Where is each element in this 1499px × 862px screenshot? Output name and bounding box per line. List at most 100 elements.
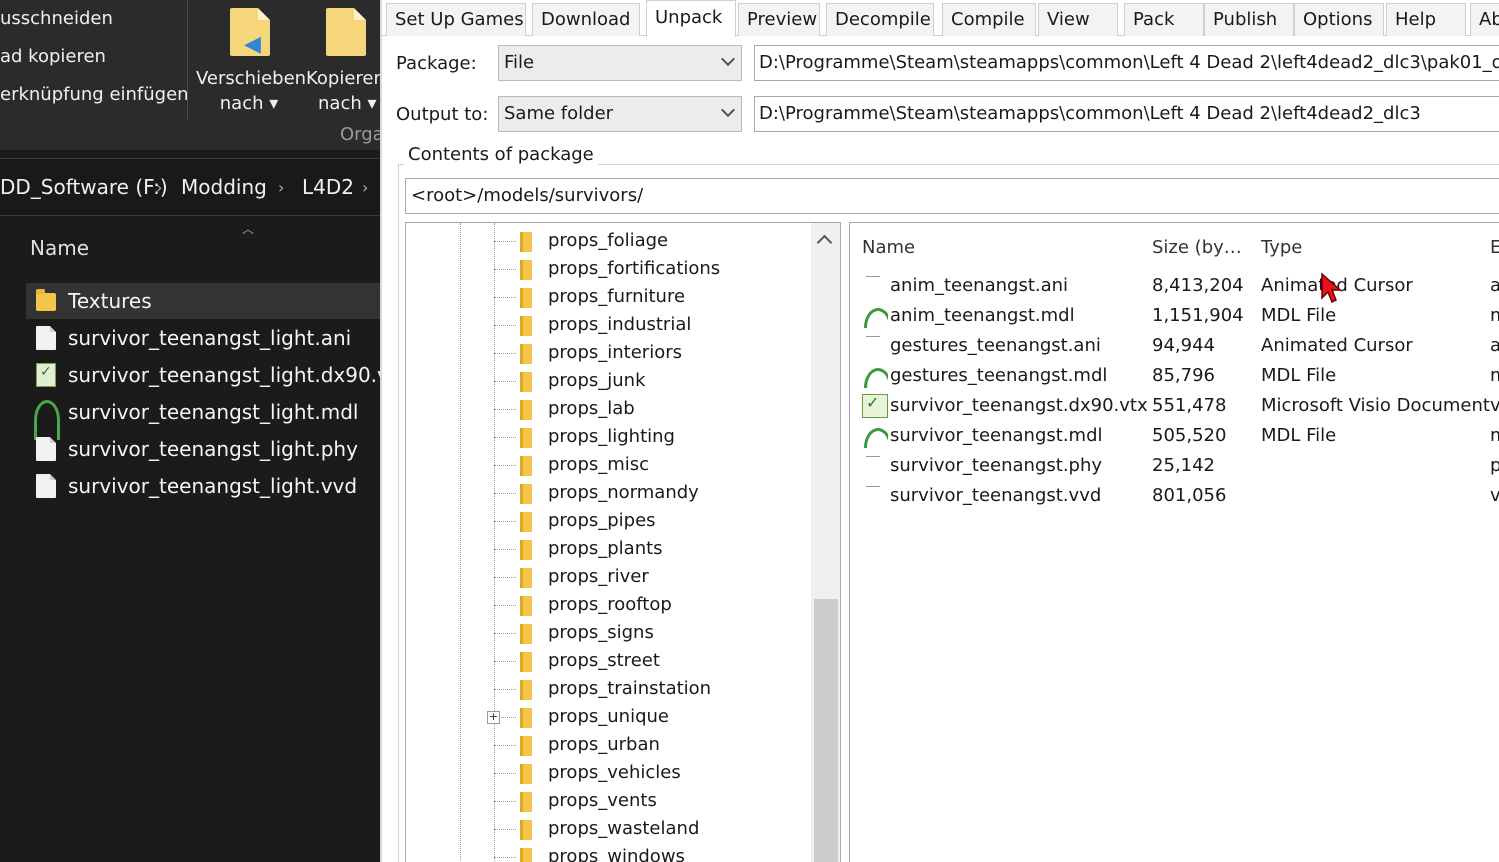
output-target-select[interactable]: Same folder [498,96,742,132]
chevron-down-icon [720,51,736,67]
table-row[interactable]: gestures_teenangst.mdl 85,796 MDL File m [850,361,1499,391]
package-path-breadcrumb[interactable]: <root>/models/survivors/ [405,178,1499,214]
explorer-item-label: survivor_teenangst_light.vvd [68,474,358,498]
file-extension: a [1490,335,1499,356]
package-tree[interactable]: props_foliage props_fortifications props_f… [405,222,841,862]
tab-compile[interactable]: Compile [942,3,1036,36]
address-bar[interactable]: DD_Software (F:) › Modding › L4D2 › [0,158,380,216]
tree-connector [494,801,516,802]
tree-connector [494,605,516,606]
tree-item[interactable]: props_plants [494,535,814,563]
package-type-select[interactable]: File [498,45,742,81]
explorer-item-label: survivor_teenangst_light.ani [68,326,352,350]
tree-item[interactable]: props_signs [494,619,814,647]
tree-item[interactable]: props_lighting [494,423,814,451]
explorer-item[interactable]: survivor_teenangst_light.ani [26,320,380,356]
tree-item[interactable]: + props_unique [487,703,814,731]
tree-item[interactable]: props_trainstation [494,675,814,703]
column-header-name[interactable]: Name [30,236,89,260]
tree-scrollbar[interactable] [811,223,840,862]
package-type-value: File [504,52,535,73]
tab-about[interactable]: Ab [1470,3,1499,36]
tree-item-label: props_junk [548,370,646,391]
tab-publish[interactable]: Publish [1204,3,1294,36]
explorer-item[interactable]: ✓ survivor_teenangst_light.dx90.vtx [26,357,380,393]
file-icon [862,454,888,478]
tree-item[interactable]: props_pipes [494,507,814,535]
tab-pack[interactable]: Pack [1124,3,1204,36]
tree-item-label: props_fortifications [548,258,721,279]
tab-download[interactable]: Download [532,3,640,36]
column-header-size[interactable]: Size (by… [1152,237,1242,258]
table-row[interactable]: gestures_teenangst.ani 94,944 Animated Cur… [850,331,1499,361]
tree-item[interactable]: props_furniture [494,283,814,311]
copy-path-command[interactable]: ad kopieren [0,46,106,67]
folder-icon [520,848,532,862]
tree-item[interactable]: props_river [494,563,814,591]
output-path-field[interactable]: D:\Programme\Steam\steamapps\common\Left… [754,96,1499,132]
explorer-item[interactable]: survivor_teenangst_light.vvd [26,468,380,504]
tree-item[interactable]: props_fortifications [494,255,814,283]
file-type: Microsoft Visio Document [1261,395,1490,416]
tab-unpack[interactable]: Unpack [646,0,736,37]
scroll-up-icon[interactable] [816,234,833,251]
mdl-file-icon [862,364,888,388]
tree-item[interactable]: props_normandy [494,479,814,507]
tab-view[interactable]: View [1038,3,1118,36]
output-target-value: Same folder [504,103,614,124]
tree-item[interactable]: props_industrial [494,311,814,339]
tree-item[interactable]: props_junk [494,367,814,395]
folder-icon [520,820,532,840]
cut-command[interactable]: usschneiden [0,8,113,29]
table-row[interactable]: survivor_teenangst.dx90.vtx551,478 Micros… [850,391,1499,421]
folder-icon [520,652,532,672]
folder-icon [520,708,532,728]
file-icon [862,274,888,298]
table-row[interactable]: anim_teenangst.ani 8,413,204 Animated Curs… [850,271,1499,301]
tree-connector [494,577,516,578]
tree-item[interactable]: props_interiors [494,339,814,367]
tree-item[interactable]: props_misc [494,451,814,479]
package-tool-window: Set Up Games Download Unpack Preview Dec… [380,0,1499,862]
explorer-item-label: survivor_teenangst_light.mdl [68,400,359,424]
scrollbar-thumb[interactable] [814,599,838,862]
move-to-label-2: nach ▾ [219,93,279,114]
explorer-item[interactable]: Textures [26,283,380,319]
tab-help[interactable]: Help [1386,3,1466,36]
expand-icon[interactable]: + [487,711,500,724]
explorer-item[interactable]: survivor_teenangst_light.phy [26,431,380,467]
table-row[interactable]: survivor_teenangst.mdl 505,520 MDL File m [850,421,1499,451]
breadcrumb-l4d2[interactable]: L4D2 [302,175,354,199]
tab-preview[interactable]: Preview [738,3,820,36]
breadcrumb-drive[interactable]: DD_Software (F:) [0,175,168,199]
paste-shortcut-command[interactable]: erknüpfung einfügen [0,84,189,105]
tree-item[interactable]: props_vents [494,787,814,815]
column-header-name[interactable]: Name [862,237,915,258]
tree-item[interactable]: props_rooftop [494,591,814,619]
tree-item-label: props_foliage [548,230,669,251]
folder-icon [520,260,532,280]
tab-set-up-games[interactable]: Set Up Games [386,3,526,36]
folder-icon [520,764,532,784]
table-row[interactable]: anim_teenangst.mdl 1,151,904 MDL File m [850,301,1499,331]
tree-connector [494,493,516,494]
explorer-item[interactable]: survivor_teenangst_light.mdl [26,394,380,440]
tree-item[interactable]: props_wasteland [494,815,814,843]
tree-item[interactable]: props_vehicles [494,759,814,787]
tree-item-label: props_vehicles [548,762,681,783]
tree-item[interactable]: props_lab [494,395,814,423]
tree-item[interactable]: props_street [494,647,814,675]
folder-icon [520,428,532,448]
column-header-type[interactable]: Type [1261,237,1302,258]
breadcrumb-modding[interactable]: Modding [181,175,267,199]
package-path-field[interactable]: D:\Programme\Steam\steamapps\common\Left… [754,45,1499,81]
table-row[interactable]: survivor_teenangst.phy 25,142 p [850,451,1499,481]
tree-item[interactable]: props_foliage [494,227,814,255]
column-header-extension[interactable]: E [1490,237,1499,258]
tree-item[interactable]: props_windows [494,843,814,862]
table-row[interactable]: survivor_teenangst.vvd 801,056 v [850,481,1499,511]
tab-options[interactable]: Options [1294,3,1384,36]
package-file-list[interactable]: Name Size (by… Type E anim_teenangst.ani… [849,222,1499,862]
tree-item[interactable]: props_urban [494,731,814,759]
tab-decompile[interactable]: Decompile [826,3,934,36]
